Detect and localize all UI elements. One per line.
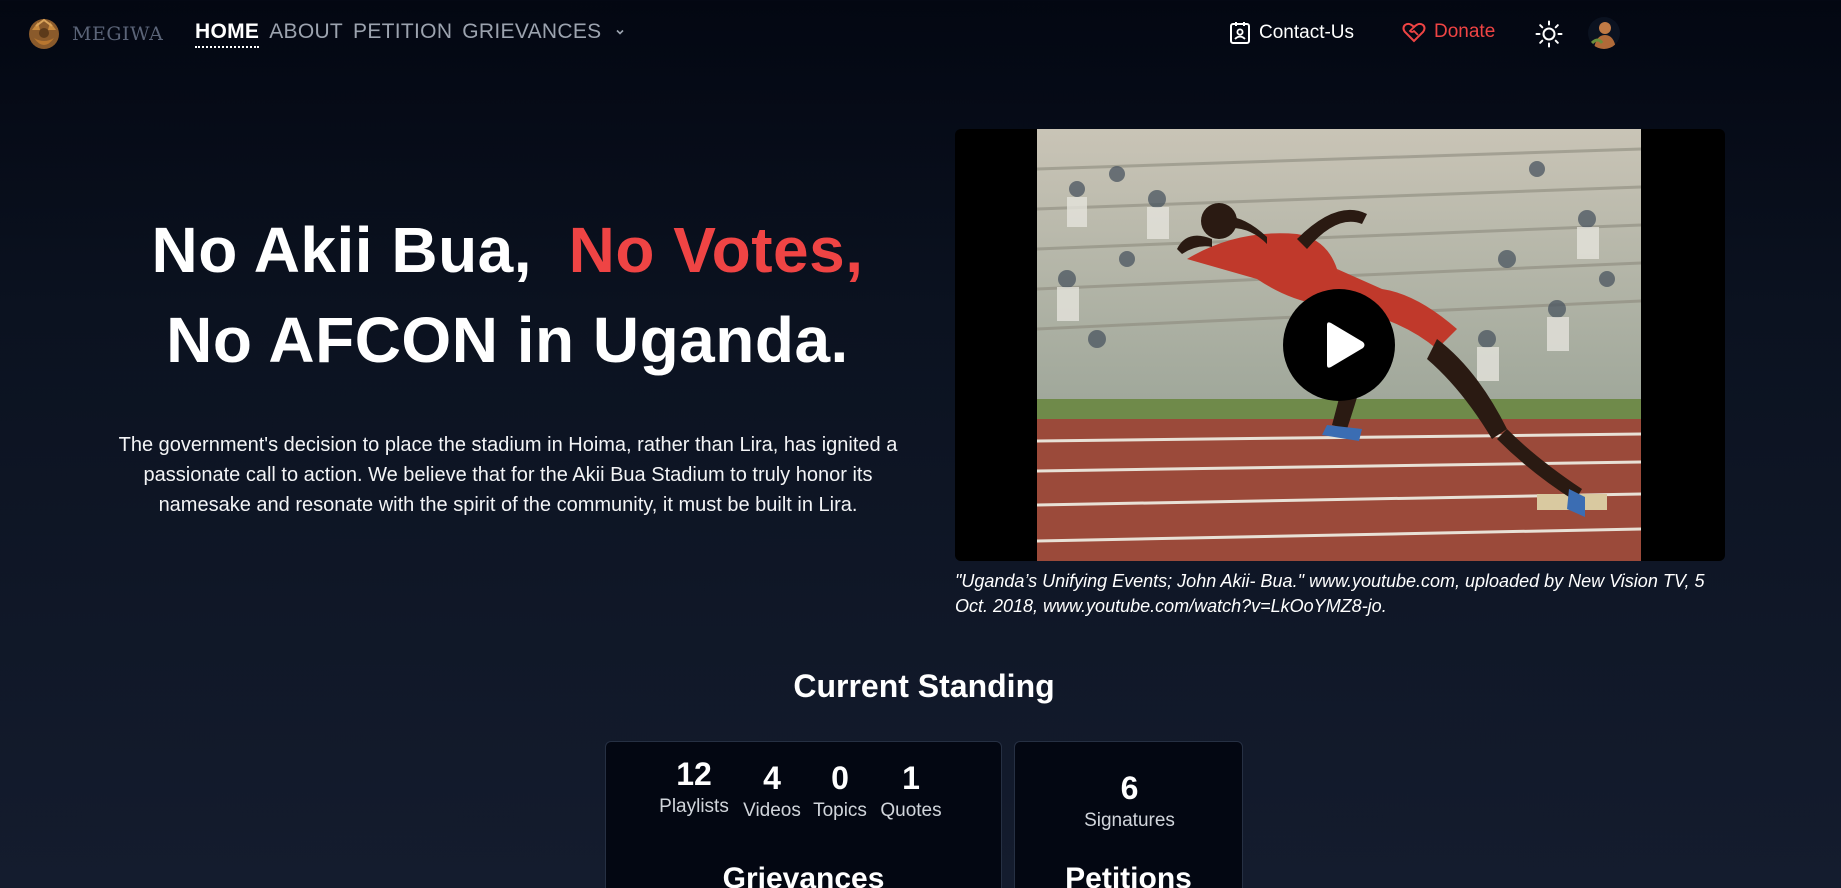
stat-signatures-label: Signatures (1084, 810, 1175, 831)
hero-description: The government's decision to place the s… (118, 434, 898, 516)
play-button[interactable] (1283, 289, 1395, 401)
grievances-heading: Grievances (722, 862, 885, 888)
nav-petition[interactable]: PETITION (353, 20, 452, 44)
main-nav: HOME ABOUT PETITION GRIEVANCES (195, 20, 636, 48)
hero-title-line2: No AFCON in Uganda. (166, 304, 849, 376)
stat-videos: 4 Videos (740, 760, 804, 822)
video-player[interactable] (955, 129, 1725, 561)
avatar-image (1588, 17, 1620, 49)
stat-quotes-label: Quotes (880, 800, 942, 821)
stat-videos-value: 4 (763, 760, 781, 796)
stat-quotes-value: 1 (902, 760, 920, 796)
petitions-card[interactable]: 6 Signatures Petitions (1014, 741, 1243, 888)
chevron-down-icon (616, 29, 624, 35)
petitions-heading: Petitions (1065, 862, 1192, 888)
nav-home[interactable]: HOME (195, 20, 260, 48)
hero-title-part2: No Votes, (568, 214, 864, 286)
stat-topics: 0 Topics (808, 760, 872, 822)
hero-title-part1: No Akii Bua, (151, 214, 533, 286)
standing-title: Current Standing (793, 668, 1055, 704)
heart-handshake-icon (1402, 22, 1426, 43)
stat-playlists-value: 12 (676, 756, 712, 792)
nav-grievances[interactable]: GRIEVANCES (462, 20, 625, 44)
stat-playlists: 12 Playlists (656, 756, 732, 818)
stat-signatures: 6 Signatures (1015, 770, 1242, 832)
top-navbar: MEGIWA HOME ABOUT PETITION GRIEVANCES Co… (0, 0, 1841, 68)
site-logo[interactable]: MEGIWA (26, 16, 163, 52)
stat-quotes: 1 Quotes (876, 760, 946, 822)
donate-link[interactable]: Donate (1402, 21, 1495, 43)
play-icon (1327, 322, 1365, 368)
contact-card-icon (1230, 22, 1250, 44)
grievances-card[interactable]: 12 Playlists 4 Videos 0 Topics 1 Quotes … (605, 741, 1002, 888)
stat-topics-label: Topics (813, 800, 867, 821)
stat-videos-label: Videos (743, 800, 801, 821)
stat-playlists-label: Playlists (659, 796, 729, 817)
nav-about[interactable]: ABOUT (269, 20, 343, 44)
logo-text: MEGIWA (72, 23, 164, 45)
user-avatar[interactable] (1588, 17, 1620, 49)
donate-label: Donate (1434, 21, 1496, 42)
nav-grievances-label: GRIEVANCES (462, 20, 602, 43)
contact-us-label: Contact-Us (1259, 22, 1355, 43)
contact-us-link[interactable]: Contact-Us (1229, 21, 1354, 45)
hero-headline: No Akii Bua, No Votes, No AFCON in Ugand… (90, 205, 925, 385)
video-caption: "Uganda’s Unifying Events; John Akii- Bu… (955, 571, 1705, 616)
logo-emblem-icon (29, 18, 59, 49)
stat-topics-value: 0 (831, 760, 849, 796)
sun-icon[interactable] (1535, 20, 1563, 48)
stat-signatures-value: 6 (1120, 770, 1139, 806)
